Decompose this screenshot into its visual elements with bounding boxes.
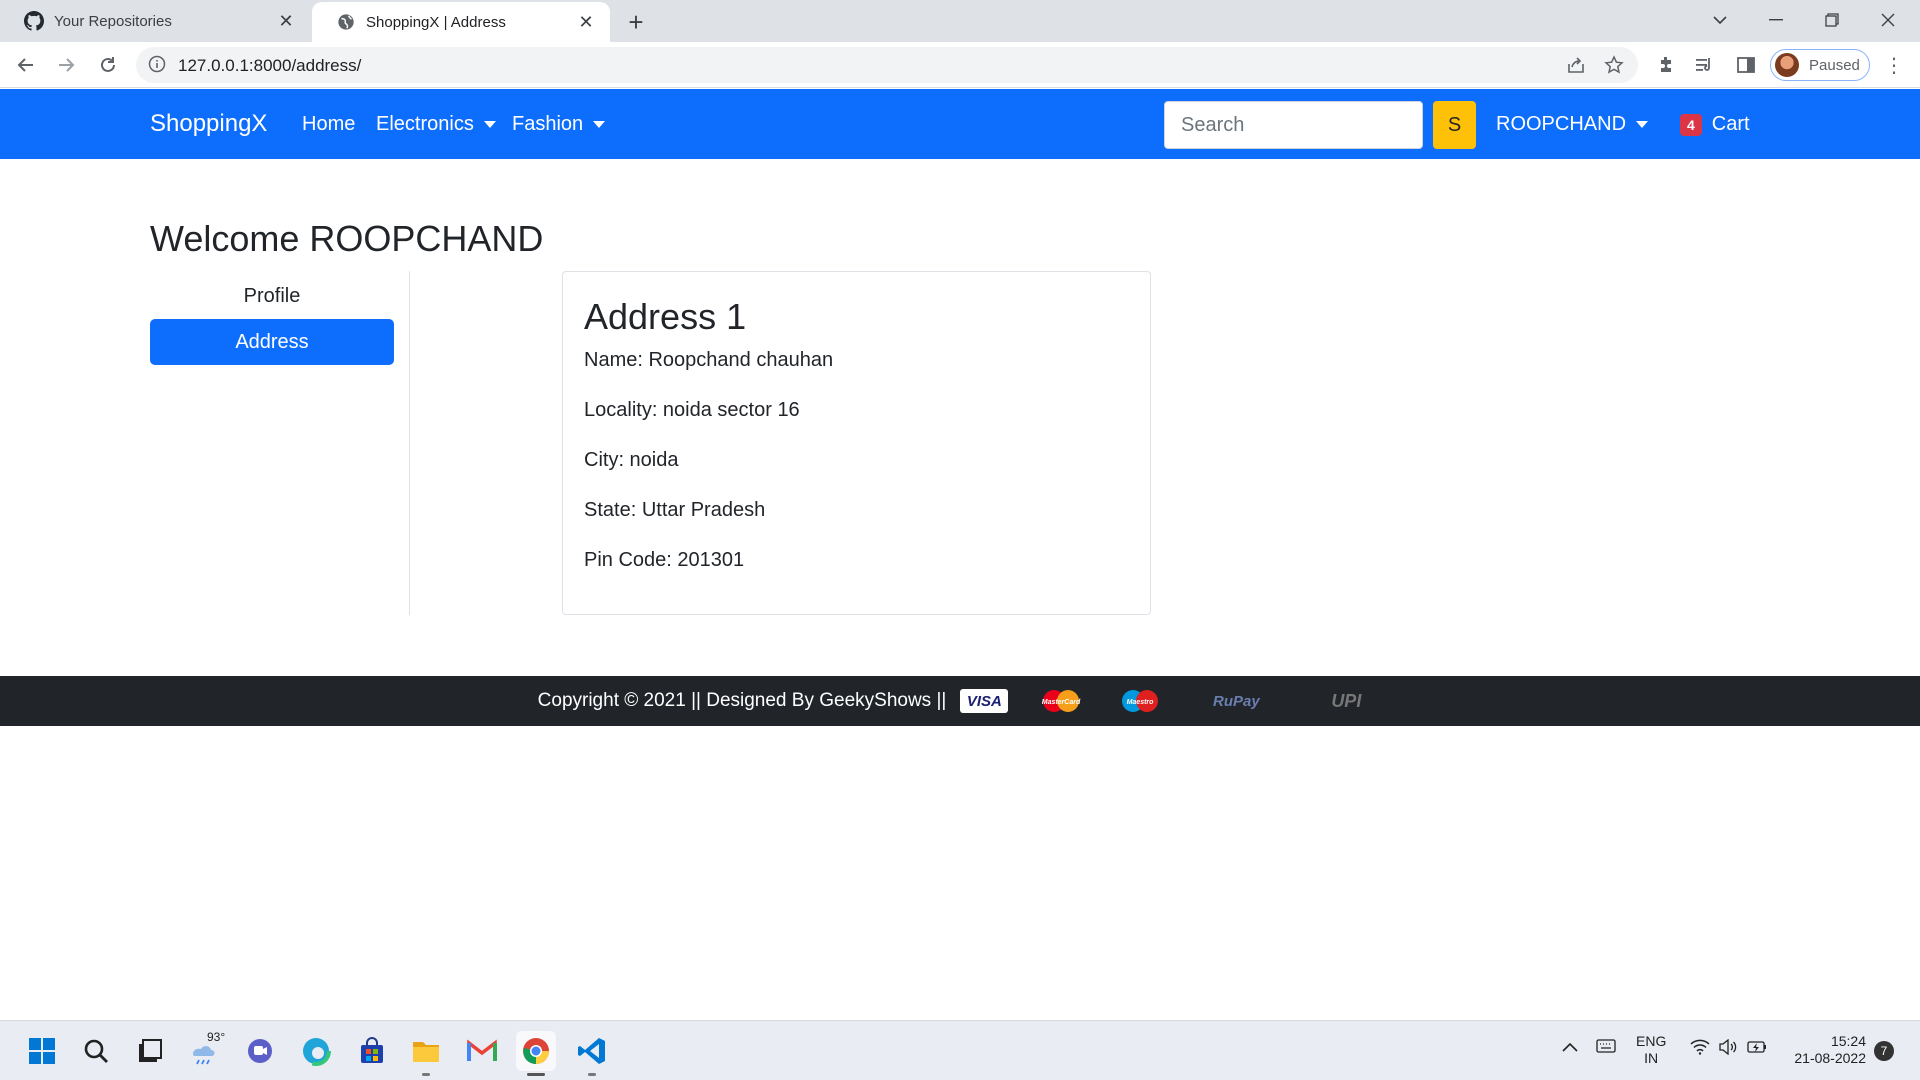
- nav-electronics-dropdown[interactable]: Electronics: [376, 113, 496, 136]
- search-input[interactable]: [1164, 101, 1423, 149]
- user-name: ROOPCHAND: [1496, 113, 1627, 135]
- address-bar[interactable]: 127.0.0.1:8000/address/: [136, 47, 1638, 83]
- rupay-logo: RuPay: [1212, 692, 1260, 710]
- cart-label: Cart: [1711, 113, 1750, 135]
- upi-logo: UPI: [1331, 690, 1362, 711]
- avatar: [1775, 53, 1799, 77]
- wifi-icon[interactable]: [1690, 1039, 1710, 1060]
- language-indicator[interactable]: ENG IN: [1636, 1033, 1666, 1067]
- caret-down-icon: [1636, 121, 1649, 128]
- nav-fashion-label: Fashion: [512, 113, 584, 135]
- search-icon[interactable]: [76, 1031, 116, 1071]
- new-tab-button[interactable]: +: [620, 6, 652, 38]
- region-code: IN: [1644, 1050, 1659, 1066]
- site-navbar: ShoppingX Home Electronics Fashion S ROO…: [0, 89, 1920, 159]
- address-title: Address 1: [584, 296, 747, 337]
- sidebar-item-profile[interactable]: Profile: [150, 273, 394, 319]
- account-sidebar: Profile Address: [150, 271, 410, 615]
- close-tab-icon[interactable]: ✕: [272, 7, 300, 35]
- running-indicator: [527, 1073, 545, 1076]
- windows-start-icon[interactable]: [22, 1031, 62, 1071]
- microsoft-store-icon[interactable]: [352, 1031, 392, 1071]
- minimize-icon[interactable]: [1748, 0, 1804, 40]
- mastercard-label: MasterCard: [1042, 699, 1081, 706]
- address-name: Name: Roopchand chauhan: [584, 349, 834, 371]
- maestro-logo: Maestro: [1114, 689, 1166, 713]
- search-button[interactable]: S: [1433, 101, 1476, 149]
- weather-temperature: 93°: [207, 1030, 226, 1044]
- globe-icon: [336, 12, 356, 32]
- share-icon[interactable]: [1564, 53, 1588, 77]
- tab-your-repositories[interactable]: Your Repositories ✕: [0, 0, 310, 42]
- profile-button[interactable]: Paused: [1770, 49, 1870, 81]
- close-window-icon[interactable]: [1860, 0, 1916, 40]
- cart-link[interactable]: 4 Cart: [1680, 113, 1750, 136]
- caret-down-icon: [593, 121, 606, 128]
- nav-home[interactable]: Home: [302, 113, 355, 136]
- nav-home-label: Home: [302, 113, 356, 135]
- teams-chat-icon[interactable]: [240, 1031, 280, 1071]
- address-card: Address 1 Name: Roopchand chauhan Locali…: [562, 271, 1151, 615]
- caret-down-icon: [483, 121, 496, 128]
- tab-shoppingx-address[interactable]: ShoppingX | Address ✕: [312, 2, 610, 42]
- windows-taskbar: 93° ENG IN 15:24 21-08-2022 7: [0, 1020, 1920, 1080]
- battery-charging-icon[interactable]: [1746, 1039, 1768, 1060]
- task-view-icon[interactable]: [130, 1031, 170, 1071]
- bookmark-star-icon[interactable]: [1602, 53, 1626, 77]
- url-text: 127.0.0.1:8000/address/: [178, 56, 362, 75]
- nav-electronics-label: Electronics: [376, 113, 474, 135]
- tab-title: ShoppingX | Address: [366, 13, 506, 31]
- visa-logo: VISA: [960, 689, 1009, 713]
- restore-icon[interactable]: [1804, 0, 1860, 40]
- chrome-icon[interactable]: [516, 1031, 556, 1076]
- chevron-up-icon[interactable]: [1562, 1039, 1578, 1057]
- footer-copyright: Copyright © 2021 || Designed By GeekySho…: [537, 690, 947, 711]
- nav-fashion-dropdown[interactable]: Fashion: [512, 113, 606, 136]
- side-panel-icon[interactable]: [1732, 51, 1760, 79]
- sidebar-item-label: Profile: [243, 284, 301, 307]
- address-city: City: noida: [584, 449, 679, 471]
- user-dropdown[interactable]: ROOPCHAND: [1496, 113, 1649, 136]
- sidebar-item-address[interactable]: Address: [150, 319, 394, 365]
- mastercard-logo: MasterCard: [1034, 689, 1088, 713]
- sidebar-item-label: Address: [235, 330, 309, 353]
- running-indicator: [422, 1073, 430, 1076]
- vscode-icon[interactable]: [572, 1031, 612, 1076]
- browser-tab-strip: Your Repositories ✕ ShoppingX | Address …: [0, 0, 1920, 42]
- running-indicator: [588, 1073, 596, 1076]
- profile-status: Paused: [1809, 56, 1860, 74]
- gmail-icon[interactable]: [462, 1031, 502, 1071]
- clock-time: 15:24: [1830, 1033, 1866, 1049]
- language-code: ENG: [1636, 1033, 1667, 1049]
- menu-kebab-icon[interactable]: ⋮: [1880, 51, 1908, 79]
- site-info-icon[interactable]: [148, 55, 168, 75]
- file-explorer-icon[interactable]: [406, 1031, 446, 1076]
- extensions-icon[interactable]: [1652, 51, 1680, 79]
- address-state: State: Uttar Pradesh: [584, 499, 766, 521]
- page-title: Welcome ROOPCHAND: [150, 218, 544, 259]
- system-clock[interactable]: 15:24 21-08-2022: [1780, 1033, 1866, 1067]
- notification-count-badge[interactable]: 7: [1874, 1041, 1894, 1061]
- maestro-label: Maestro: [1127, 699, 1155, 706]
- brand-logo[interactable]: ShoppingX: [150, 110, 267, 138]
- back-icon[interactable]: [10, 49, 42, 81]
- close-tab-icon[interactable]: ✕: [572, 8, 600, 36]
- cart-count-badge: 4: [1680, 113, 1702, 136]
- edge-browser-icon[interactable]: [296, 1031, 336, 1071]
- address-locality: Locality: noida sector 16: [584, 399, 800, 421]
- media-control-icon[interactable]: [1690, 51, 1718, 79]
- keyboard-icon[interactable]: [1596, 1039, 1616, 1058]
- site-footer: Copyright © 2021 || Designed By GeekySho…: [0, 676, 1920, 726]
- reload-icon[interactable]: [92, 49, 124, 81]
- address-pincode: Pin Code: 201301: [584, 549, 745, 571]
- clock-date: 21-08-2022: [1794, 1050, 1866, 1066]
- tab-title: Your Repositories: [54, 12, 172, 30]
- browser-toolbar: 127.0.0.1:8000/address/ Paused ⋮: [0, 42, 1920, 88]
- forward-icon[interactable]: [50, 49, 82, 81]
- volume-icon[interactable]: [1718, 1038, 1738, 1060]
- github-icon: [24, 11, 44, 31]
- tab-search-icon[interactable]: [1692, 0, 1748, 40]
